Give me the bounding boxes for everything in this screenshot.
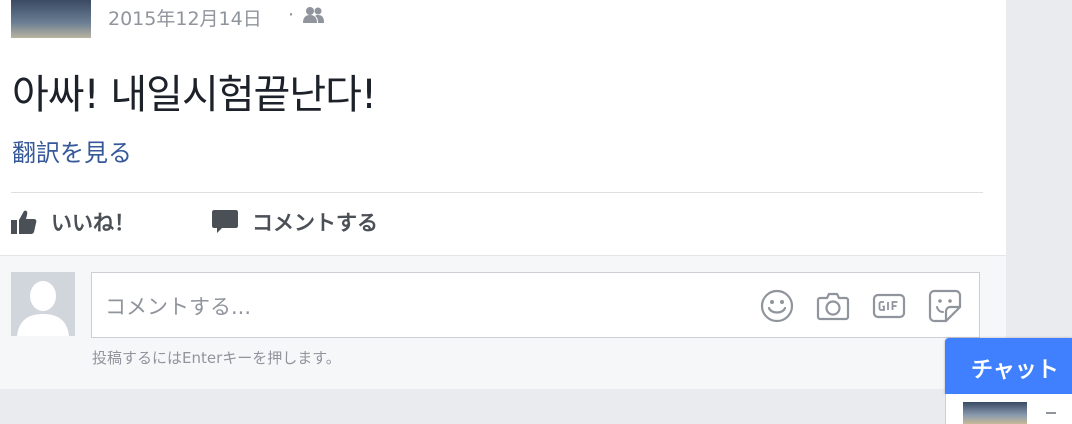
- post-thumbnail[interactable]: [11, 0, 91, 38]
- comment-input[interactable]: コメントする...: [91, 272, 980, 338]
- smiley-icon[interactable]: [760, 289, 794, 323]
- enter-hint: 投稿するにはEnterキーを押します。: [92, 349, 341, 367]
- thumbs-up-icon: [11, 210, 37, 234]
- header-separator: ·: [288, 4, 295, 26]
- comment-button[interactable]: コメントする: [212, 204, 378, 240]
- post-text: 아싸! 내일시험끝난다!: [12, 72, 377, 118]
- chat-label: チャット: [971, 358, 1059, 383]
- chat-minimize-icon[interactable]: [1046, 412, 1056, 414]
- comment-bubble-icon: [212, 210, 238, 233]
- sticker-icon[interactable]: [928, 289, 962, 323]
- see-translation-link[interactable]: 翻訳を見る: [12, 133, 132, 168]
- action-divider: [11, 192, 983, 193]
- friends-audience-icon[interactable]: [302, 6, 326, 24]
- comment-placeholder: コメントする...: [105, 295, 252, 319]
- chat-tab[interactable]: チャット: [945, 338, 1072, 394]
- post-header: 2015年12月14日 ·: [0, 0, 1006, 40]
- like-label: いいね！: [51, 211, 135, 235]
- like-button[interactable]: いいね！: [11, 204, 135, 240]
- post-card: 2015年12月14日 · 아싸! 내일시험끝난다! 翻訳を見る いいね！ コメ…: [0, 0, 1006, 389]
- avatar[interactable]: [11, 272, 75, 336]
- chat-contact-thumbnail[interactable]: [963, 402, 1027, 424]
- post-date[interactable]: 2015年12月14日: [108, 4, 262, 31]
- comment-composer: コメントする... 投稿するにはEnterキーを押します。: [0, 255, 1006, 389]
- gif-icon[interactable]: [872, 289, 906, 323]
- chat-panel: [945, 394, 1072, 424]
- camera-icon[interactable]: [816, 289, 850, 323]
- comment-label: コメントする: [252, 211, 378, 235]
